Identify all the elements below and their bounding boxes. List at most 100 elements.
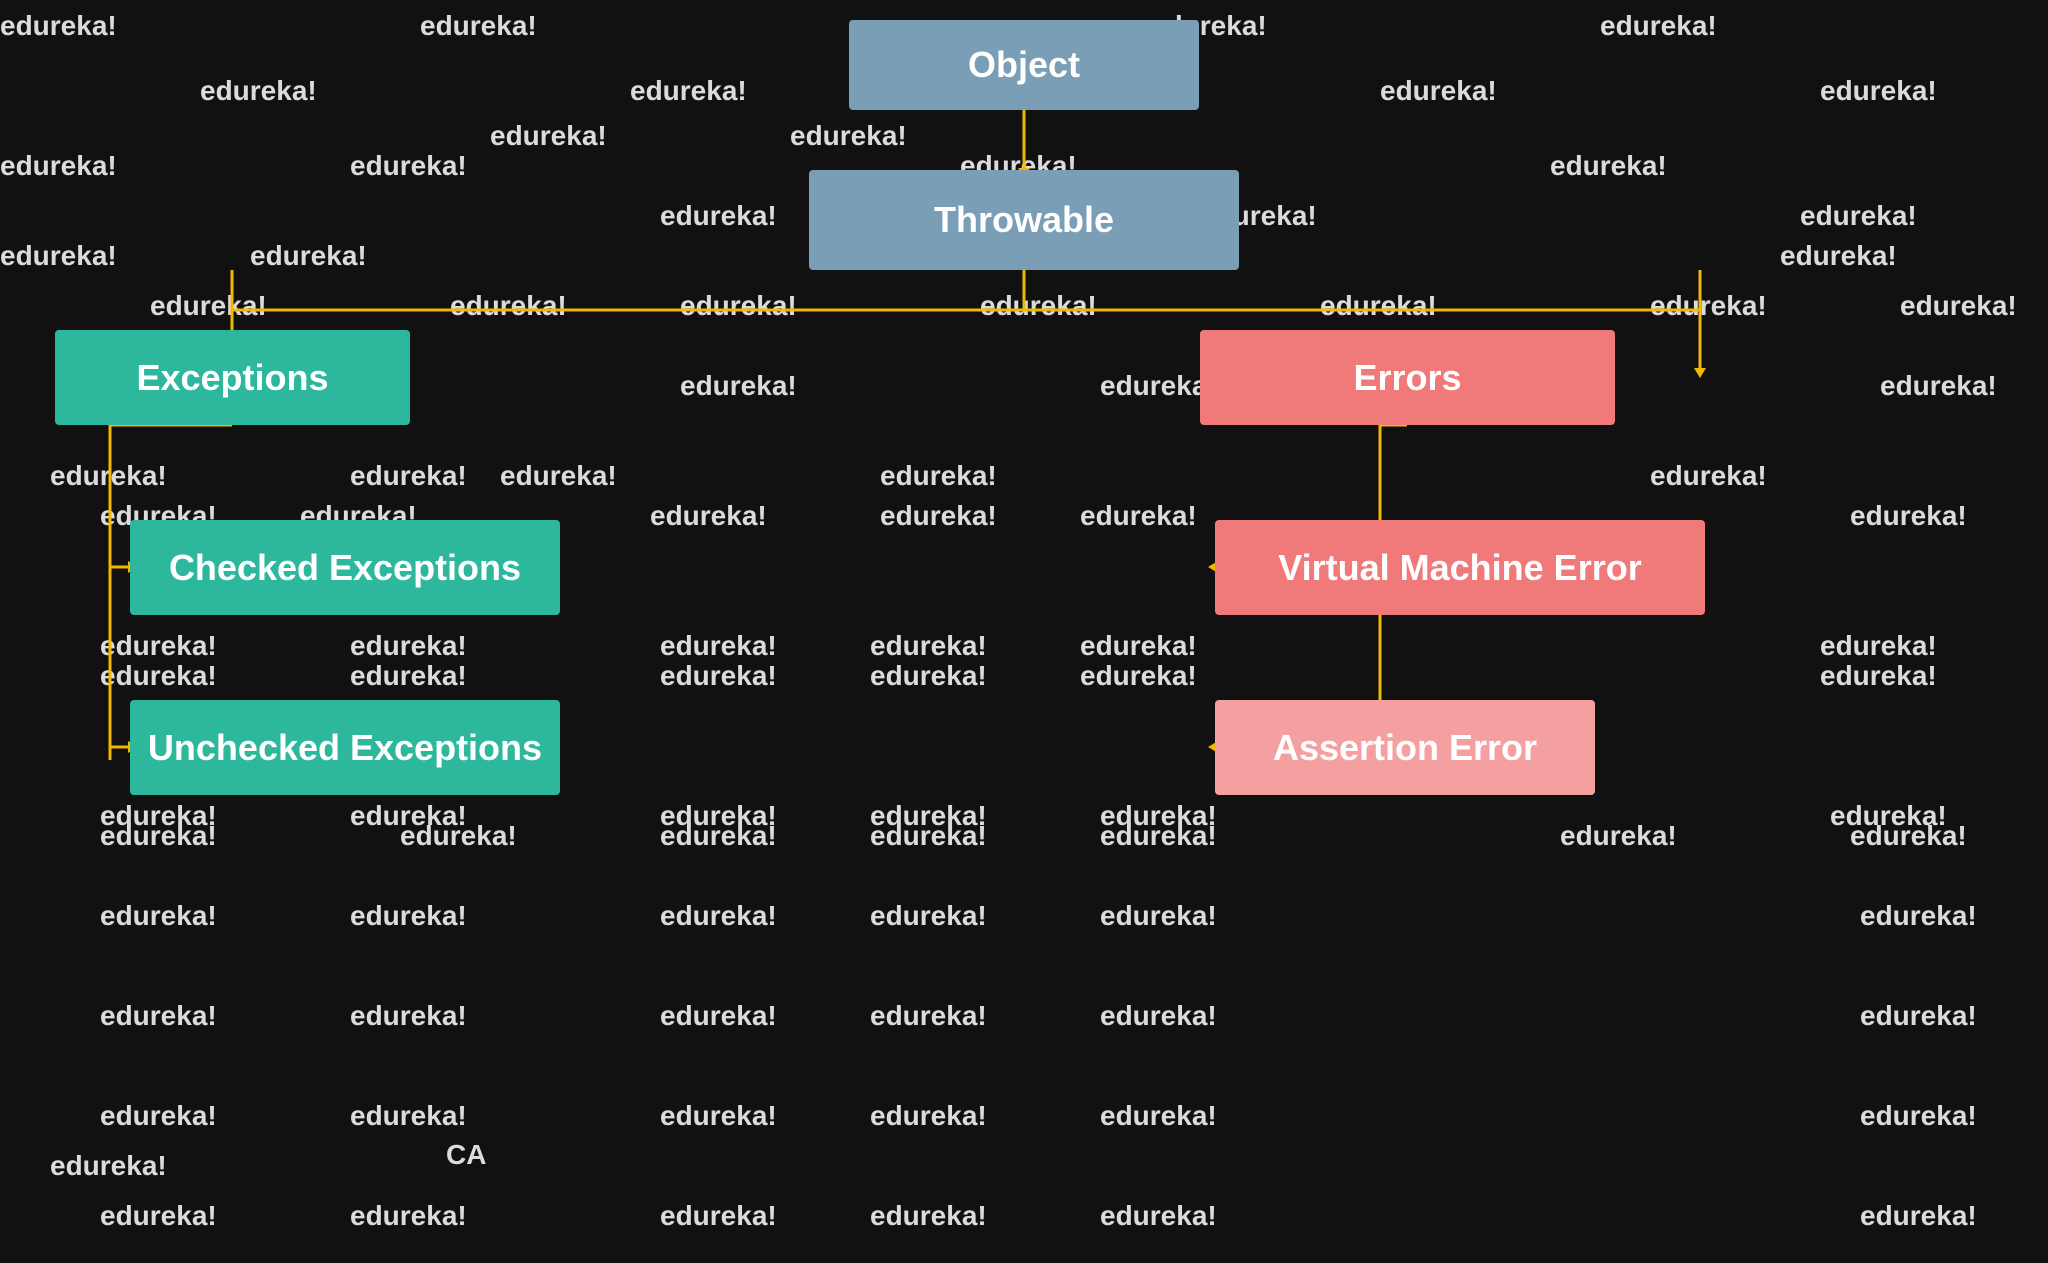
watermark-text: edureka! [350,1100,467,1132]
watermark-text: edureka! [1850,500,1967,532]
watermark-text: edureka! [0,240,117,272]
watermark-text: edureka! [350,1200,467,1232]
watermark-text: edureka! [790,120,907,152]
watermark-text: edureka! [50,460,167,492]
watermark-text: edureka! [400,820,517,852]
watermark-text: edureka! [1320,290,1437,322]
watermark-text: edureka! [660,800,777,832]
watermark-text: edureka! [1600,10,1717,42]
watermark-text: edureka! [1100,900,1217,932]
watermark-text: edureka! [100,1000,217,1032]
watermark-text: edureka! [880,500,997,532]
watermark-text: edureka! [150,290,267,322]
watermark-text: edureka! [1560,820,1677,852]
vme-label: Virtual Machine Error [1278,547,1641,589]
watermark-text: edureka! [1100,1000,1217,1032]
watermark-text: edureka! [1860,1000,1977,1032]
watermark-text: edureka! [660,900,777,932]
watermark-text: edureka! [650,500,767,532]
watermark-text: edureka! [350,660,467,692]
watermark-text: edureka! [100,1100,217,1132]
watermark-text: edureka! [1820,75,1937,107]
watermark-text: edureka! [350,460,467,492]
watermark-text: edureka! [870,1200,987,1232]
watermark-text: edureka! [680,290,797,322]
watermark-text: edureka! [0,150,117,182]
exceptions-box: Exceptions [55,330,410,425]
watermark-text: edureka! [1080,660,1197,692]
watermark-text: edureka! [1860,1200,1977,1232]
watermark-text: edureka! [870,1100,987,1132]
watermark-text: edureka! [660,820,777,852]
watermark-text: edureka! [100,630,217,662]
watermark-text: edureka! [500,460,617,492]
watermark-text: edureka! [100,820,217,852]
watermark-text: edureka! [870,800,987,832]
watermark-text: edureka! [660,1200,777,1232]
watermark-text: edureka! [1100,1100,1217,1132]
watermark-text: edureka! [1650,460,1767,492]
watermark-text: edureka! [1830,800,1947,832]
watermark-text: edureka! [350,800,467,832]
watermark-text: edureka! [100,660,217,692]
watermark-text: edureka! [660,1000,777,1032]
vme-box: Virtual Machine Error [1215,520,1705,615]
watermark-text: edureka! [1080,630,1197,662]
assertion-box: Assertion Error [1215,700,1595,795]
watermark-text: edureka! [350,1000,467,1032]
watermark-text: edureka! [200,75,317,107]
watermark-text: edureka! [100,1200,217,1232]
watermark-text: edureka! [1800,200,1917,232]
object-box: Object [849,20,1199,110]
watermark-text: edureka! [870,820,987,852]
watermark-text: edureka! [870,660,987,692]
watermark-text: edureka! [680,370,797,402]
watermark-text: edureka! [1550,150,1667,182]
throwable-box: Throwable [809,170,1239,270]
watermark-text: edureka! [1860,1100,1977,1132]
exceptions-label: Exceptions [136,357,328,399]
watermark-text: edureka! [870,1000,987,1032]
watermark-text: edureka! [880,460,997,492]
watermark-text: edureka! [350,150,467,182]
watermark-text: edureka! [1650,290,1767,322]
watermark-text: edureka! [1880,370,1997,402]
watermark-text: edureka! [1100,1200,1217,1232]
watermark-text: edureka! [1860,900,1977,932]
throwable-label: Throwable [934,199,1114,241]
errors-label: Errors [1353,357,1461,399]
watermark-text: edureka! [1380,75,1497,107]
watermark-text: edureka! [630,75,747,107]
watermark-text: edureka! [870,630,987,662]
watermark-text: edureka! [1820,660,1937,692]
watermark-text: edureka! [100,800,217,832]
watermark-text: edureka! [100,900,217,932]
watermark-text: CA [446,1139,486,1171]
watermark-text: edureka! [0,10,117,42]
watermark-text: edureka! [660,1100,777,1132]
watermark-text: edureka! [660,660,777,692]
watermark-text: edureka! [1900,290,2017,322]
watermark-text: edureka! [250,240,367,272]
watermark-text: edureka! [1850,820,1967,852]
watermark-text: edureka! [1100,800,1217,832]
unchecked-box: Unchecked Exceptions [130,700,560,795]
object-label: Object [968,44,1080,86]
watermark-text: edureka! [450,290,567,322]
checked-label: Checked Exceptions [169,547,521,589]
watermark-text: edureka! [50,1150,167,1182]
assertion-label: Assertion Error [1273,727,1537,769]
watermark-text: edureka! [420,10,537,42]
watermark-text: edureka! [1080,500,1197,532]
watermark-text: edureka! [1780,240,1897,272]
watermark-text: edureka! [490,120,607,152]
unchecked-label: Unchecked Exceptions [148,727,542,769]
watermark-text: edureka! [660,630,777,662]
watermark-text: edureka! [980,290,1097,322]
watermark-text: edureka! [1820,630,1937,662]
watermark-text: edureka! [350,900,467,932]
watermark-text: edureka! [1100,820,1217,852]
watermark-text: edureka! [660,200,777,232]
watermark-text: edureka! [350,630,467,662]
errors-box: Errors [1200,330,1615,425]
